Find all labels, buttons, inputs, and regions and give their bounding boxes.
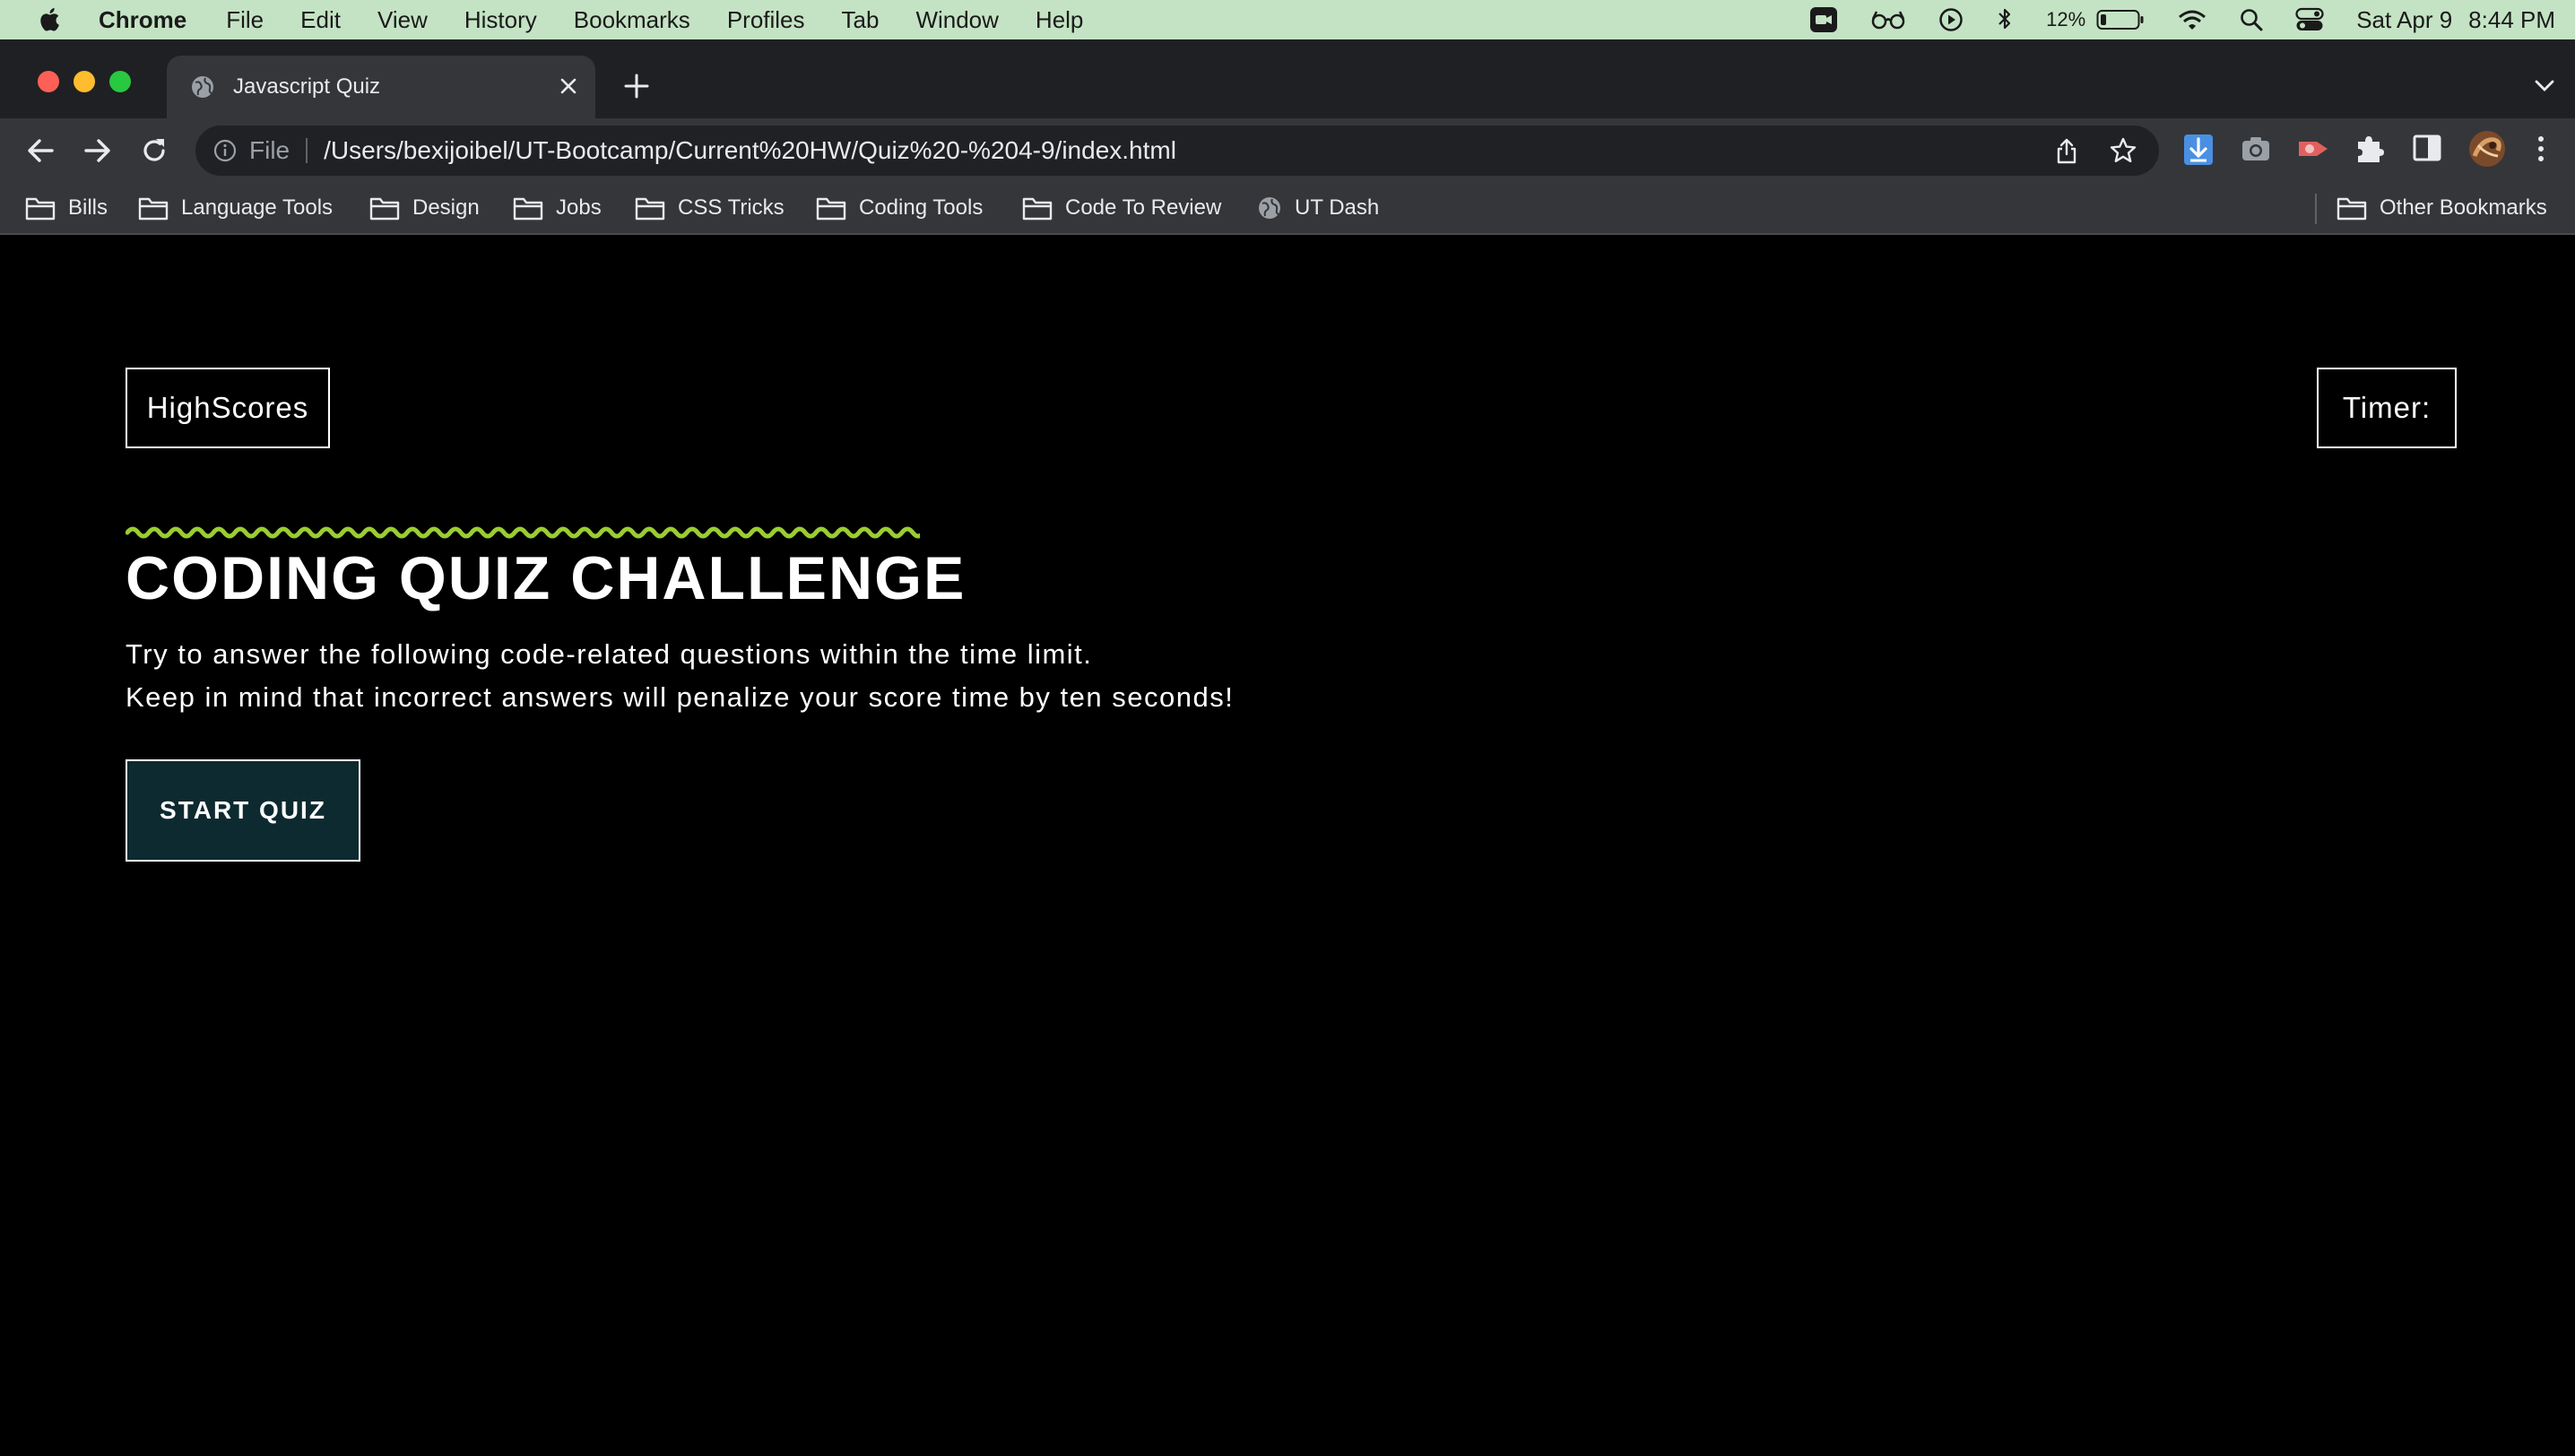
bookmark-folder-other[interactable]: Other Bookmarks: [2337, 195, 2547, 221]
battery-icon[interactable]: [2096, 8, 2145, 31]
battery-percent: 12%: [2046, 8, 2086, 30]
address-url[interactable]: /Users/bexijoibel/UT-Bootcamp/Current%20…: [324, 136, 1176, 165]
folder-icon: [635, 197, 665, 221]
address-divider: [306, 138, 308, 163]
folder-icon: [1022, 197, 1053, 221]
tab-title: Javascript Quiz: [233, 74, 381, 99]
folder-icon: [25, 197, 56, 221]
bookmark-label: Other Bookmarks: [2380, 195, 2547, 220]
address-bar[interactable]: File /Users/bexijoibel/UT-Bootcamp/Curre…: [195, 126, 2159, 176]
window-minimize-button[interactable]: [74, 71, 95, 92]
control-center-icon[interactable]: [2295, 7, 2324, 32]
folder-icon: [2337, 197, 2367, 221]
menu-tab[interactable]: Tab: [842, 6, 880, 34]
forward-arrow-icon[interactable]: [81, 134, 113, 167]
bookmark-star-icon[interactable]: [2109, 136, 2137, 165]
extensions-puzzle-icon[interactable]: [2354, 133, 2385, 165]
status-area: 12% Sat Apr 9 8:44 PM: [1809, 6, 2555, 34]
timer-display: Timer:: [2317, 368, 2457, 448]
globe-icon: [192, 76, 213, 98]
share-icon[interactable]: [2055, 138, 2078, 165]
browser-toolbar: File /Users/bexijoibel/UT-Bootcamp/Curre…: [0, 118, 2575, 183]
description-line-2: Keep in mind that incorrect answers will…: [126, 681, 1235, 713]
page-title: CODING QUIZ CHALLENGE: [126, 544, 967, 612]
bookmark-folder-jobs[interactable]: Jobs: [513, 195, 602, 221]
info-icon[interactable]: [213, 139, 237, 162]
bookmark-folder-design[interactable]: Design: [369, 195, 480, 221]
bookmarks-bar: Bills Language Tools Design Jobs CSS Tri…: [0, 183, 2575, 235]
back-arrow-icon[interactable]: [25, 134, 57, 167]
menu-window[interactable]: Window: [915, 6, 998, 34]
menu-app-name[interactable]: Chrome: [99, 6, 186, 34]
menu-profiles[interactable]: Profiles: [727, 6, 805, 34]
tab-strip: Javascript Quiz: [0, 39, 2575, 118]
menu-view[interactable]: View: [377, 6, 428, 34]
new-tab-icon[interactable]: [624, 74, 649, 99]
reload-icon[interactable]: [138, 134, 170, 167]
clock-date: Sat Apr 9: [2356, 5, 2453, 33]
tab-javascript-quiz[interactable]: Javascript Quiz: [167, 56, 595, 118]
menu-file[interactable]: File: [226, 6, 264, 34]
bookmark-ut-dash[interactable]: UT Dash: [1257, 195, 1379, 221]
folder-icon: [369, 197, 400, 221]
bluetooth-icon[interactable]: [1996, 6, 2014, 33]
menu-clock[interactable]: Sat Apr 9 8:44 PM: [2356, 6, 2555, 34]
tab-close-icon[interactable]: [558, 75, 579, 97]
profile-avatar[interactable]: [2467, 129, 2507, 169]
window-zoom-button[interactable]: [109, 71, 131, 92]
video-camera-icon[interactable]: [1809, 6, 1838, 33]
bookmark-folder-coding-tools[interactable]: Coding Tools: [816, 195, 983, 221]
quiz-page: HighScores Timer: CODING QUIZ CHALLENGE …: [0, 237, 2575, 1456]
chrome-menu-kebab-icon[interactable]: [2534, 133, 2548, 165]
start-quiz-button[interactable]: START QUIZ: [126, 759, 360, 862]
description-line-1: Try to answer the following code-related…: [126, 638, 1093, 670]
bookmarks-divider: [2315, 194, 2317, 224]
bookmark-label: Design: [412, 195, 480, 220]
bookmark-label: CSS Tricks: [678, 195, 785, 220]
bookmark-folder-code-to-review[interactable]: Code To Review: [1022, 195, 1221, 221]
bookmark-label: Language Tools: [181, 195, 334, 220]
wifi-icon[interactable]: [2177, 8, 2207, 31]
side-panel-icon[interactable]: [2412, 133, 2442, 163]
folder-icon: [513, 197, 543, 221]
bookmark-label: Jobs: [556, 195, 602, 220]
screen-recorder-extension-icon[interactable]: [2295, 133, 2331, 165]
folder-icon: [816, 197, 846, 221]
bookmark-label: UT Dash: [1295, 195, 1380, 220]
menu-help[interactable]: Help: [1036, 6, 1083, 34]
menu-edit[interactable]: Edit: [300, 6, 341, 34]
apple-logo-icon[interactable]: [38, 6, 65, 33]
play-circle-icon[interactable]: [1938, 7, 1964, 32]
folder-icon: [138, 197, 169, 221]
download-extension-icon[interactable]: [2182, 133, 2215, 167]
title-squiggle-underline: [126, 526, 920, 539]
bookmark-folder-bills[interactable]: Bills: [25, 195, 108, 221]
bookmark-label: Bills: [68, 195, 108, 220]
highscores-button[interactable]: HighScores: [126, 368, 330, 448]
macos-menu-bar: Chrome File Edit View History Bookmarks …: [0, 0, 2575, 39]
menu-history[interactable]: History: [464, 6, 537, 34]
menu-bookmarks[interactable]: Bookmarks: [574, 6, 690, 34]
clock-time: 8:44 PM: [2468, 5, 2555, 33]
tab-search-chevron-icon[interactable]: [2534, 79, 2555, 93]
bookmark-folder-language-tools[interactable]: Language Tools: [138, 195, 333, 221]
camera-extension-icon[interactable]: [2240, 133, 2272, 165]
bookmark-label: Coding Tools: [859, 195, 984, 220]
window-close-button[interactable]: [38, 71, 59, 92]
reading-glasses-icon[interactable]: [1870, 8, 1906, 31]
bookmark-folder-css-tricks[interactable]: CSS Tricks: [635, 195, 785, 221]
globe-icon: [1259, 197, 1280, 219]
address-scheme: File: [249, 136, 290, 164]
bookmark-label: Code To Review: [1065, 195, 1222, 220]
search-icon[interactable]: [2240, 8, 2263, 31]
